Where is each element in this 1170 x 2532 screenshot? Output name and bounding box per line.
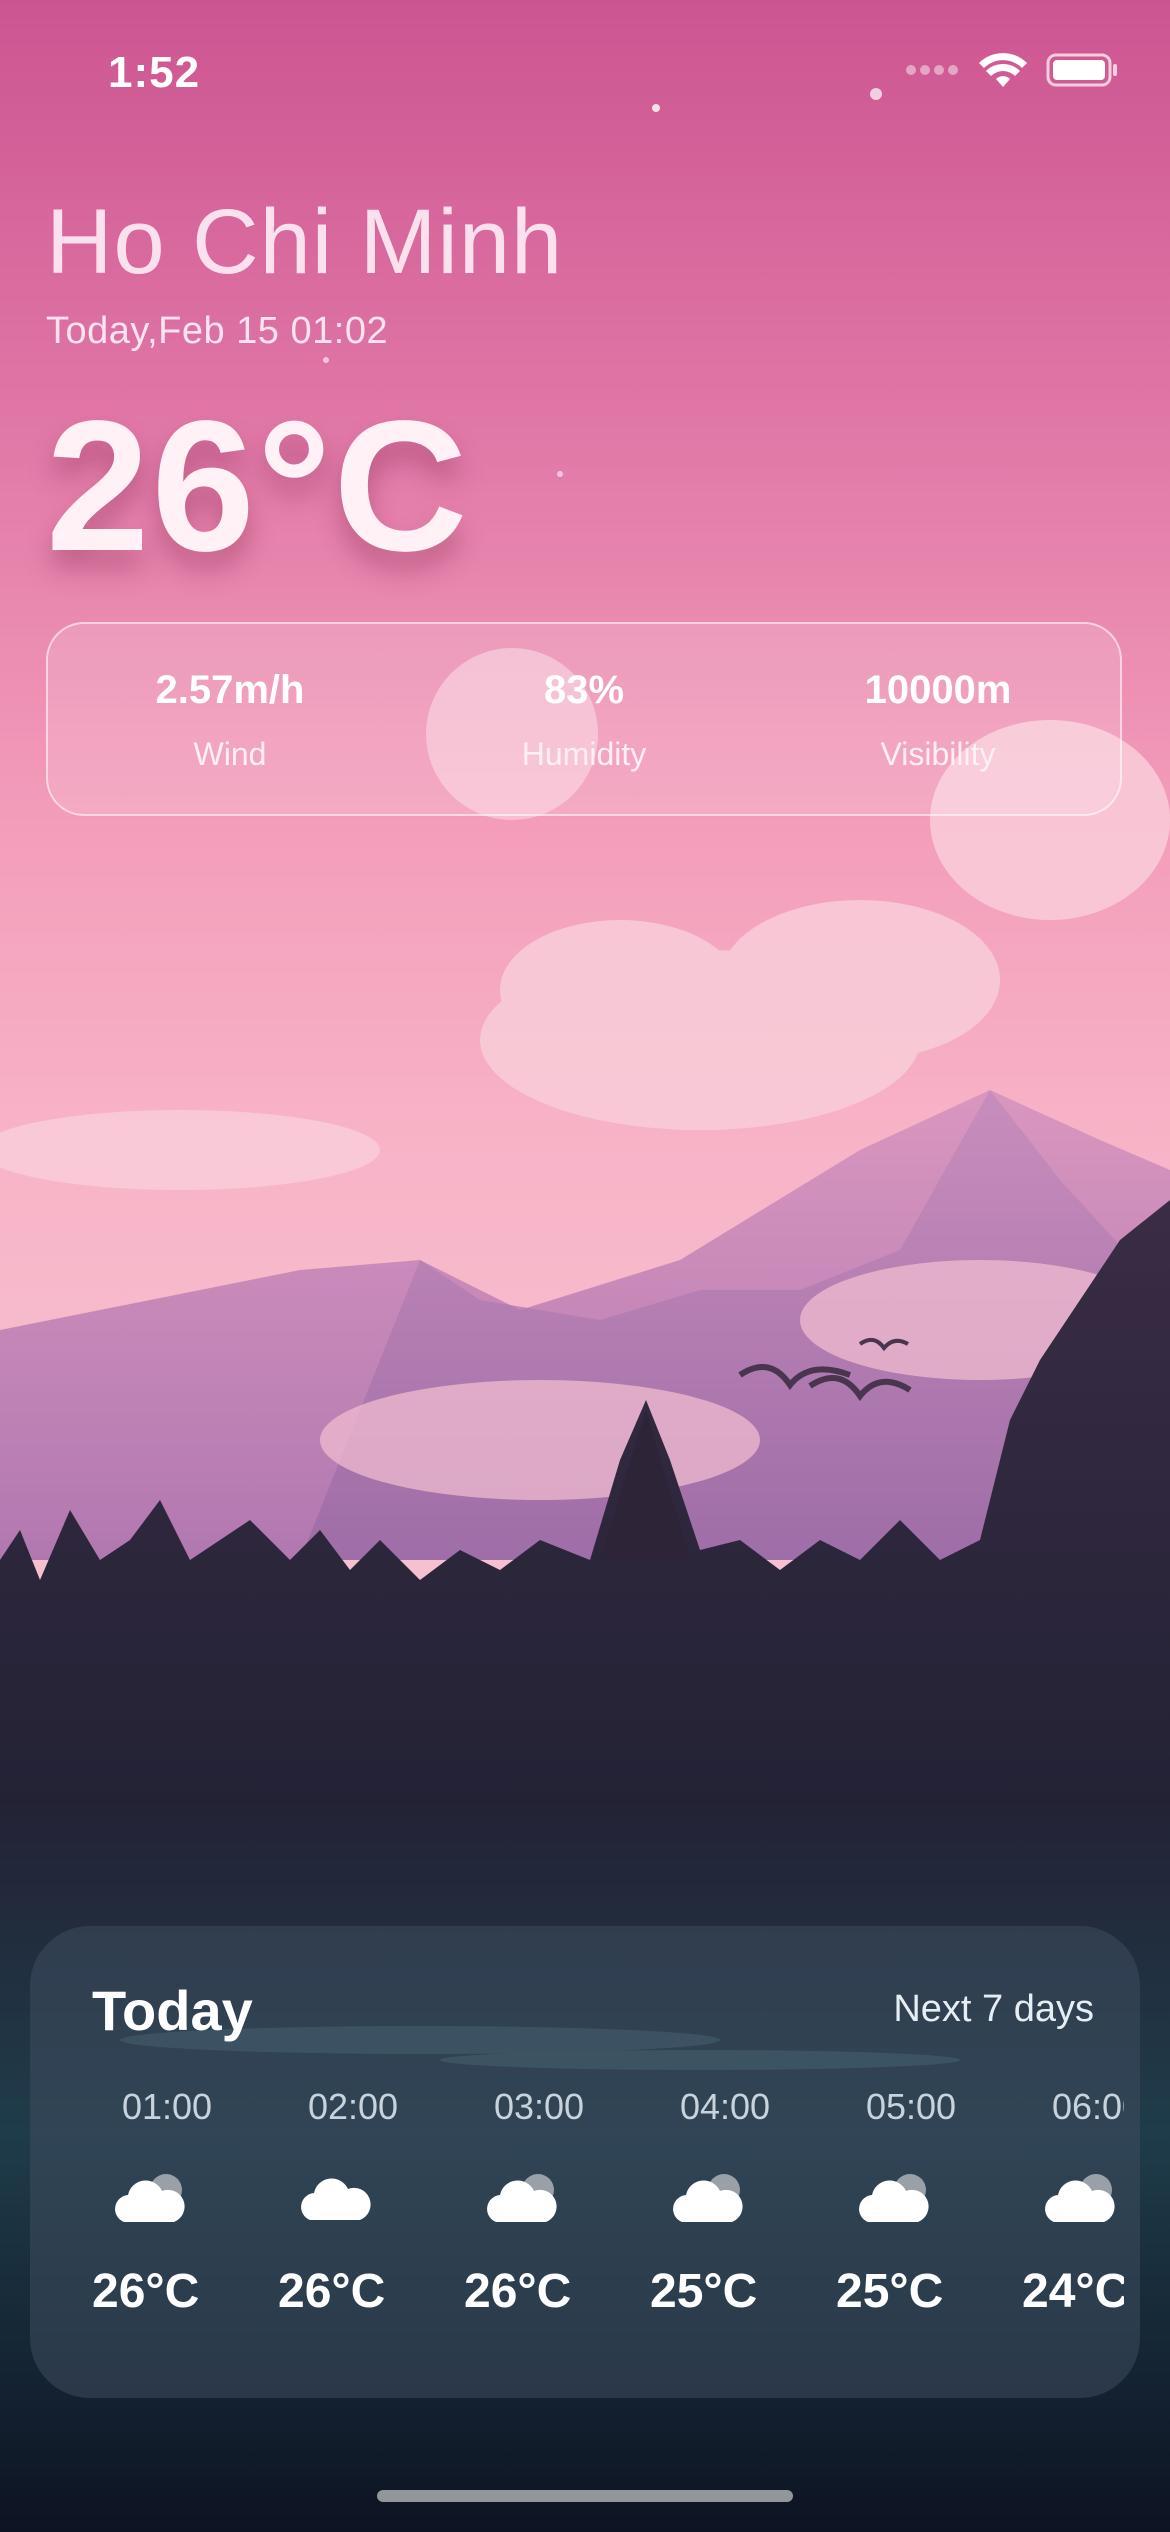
visibility-value: 10000m — [864, 668, 1012, 712]
home-indicator[interactable] — [377, 2490, 793, 2502]
hour-temp: 24°C — [1022, 2265, 1124, 2318]
humidity-label: Humidity — [521, 736, 647, 772]
wind-stat: 2.57m/h Wind — [60, 624, 400, 818]
hour-time: 05:00 — [865, 2086, 957, 2127]
hourly-list[interactable]: 01:00 26°C 02:00 26°C 03:00 26°C 04:00 2… — [92, 2086, 1124, 2386]
hour-item[interactable]: 06:00 24°C — [1022, 2086, 1124, 2386]
status-time: 1:52 — [108, 48, 201, 97]
cloudy-night-icon — [487, 2174, 557, 2222]
hour-temp: 25°C — [650, 2265, 758, 2318]
hour-time: 04:00 — [679, 2086, 771, 2127]
humidity-value: 83% — [543, 668, 625, 712]
visibility-label: Visibility — [880, 736, 996, 772]
weather-stats-card: 2.57m/h Wind 83% Humidity 10000m Visibil… — [46, 622, 1122, 816]
cloudy-night-icon — [1045, 2174, 1115, 2222]
cloudy-night-icon — [859, 2174, 929, 2222]
hour-item[interactable]: 02:00 26°C — [278, 2086, 428, 2386]
hour-item[interactable]: 04:00 25°C — [650, 2086, 800, 2386]
hour-time: 03:00 — [493, 2086, 585, 2127]
wifi-icon — [978, 51, 1028, 94]
hour-temp: 26°C — [92, 2265, 200, 2318]
hourly-forecast-panel: Today Next 7 days 01:00 26°C 02:00 26°C … — [30, 1926, 1140, 2398]
wind-value: 2.57m/h — [155, 668, 305, 712]
hour-temp: 25°C — [836, 2265, 944, 2318]
current-temperature: 26°C — [46, 383, 470, 590]
hour-time: 02:00 — [307, 2086, 399, 2127]
visibility-stat: 10000m Visibility — [768, 624, 1108, 818]
hour-item[interactable]: 05:00 25°C — [836, 2086, 986, 2386]
battery-icon — [1046, 52, 1118, 93]
hour-time: 06:00 — [1051, 2086, 1124, 2127]
forecast-title: Today — [92, 1979, 253, 2042]
humidity-stat: 83% Humidity — [414, 624, 754, 818]
hour-temp: 26°C — [464, 2265, 572, 2318]
cloud-icon — [301, 2178, 371, 2220]
hour-item[interactable]: 01:00 26°C — [92, 2086, 242, 2386]
hour-temp: 26°C — [278, 2265, 386, 2318]
status-icons — [906, 52, 1118, 92]
current-date: Today,Feb 15 01:02 — [46, 310, 389, 352]
weather-screen: 1:52 Ho Chi Minh Today,Feb 15 01:02 26°C… — [0, 0, 1170, 2532]
wind-label: Wind — [193, 736, 267, 772]
hour-time: 01:00 — [121, 2086, 213, 2127]
cellular-signal-icon — [906, 63, 960, 82]
hour-item[interactable]: 03:00 26°C — [464, 2086, 614, 2386]
next-7-days-link[interactable]: Next 7 days — [893, 1988, 1094, 2031]
city-name: Ho Chi Minh — [46, 191, 564, 293]
cloudy-night-icon — [115, 2174, 185, 2222]
cloudy-night-icon — [673, 2174, 743, 2222]
